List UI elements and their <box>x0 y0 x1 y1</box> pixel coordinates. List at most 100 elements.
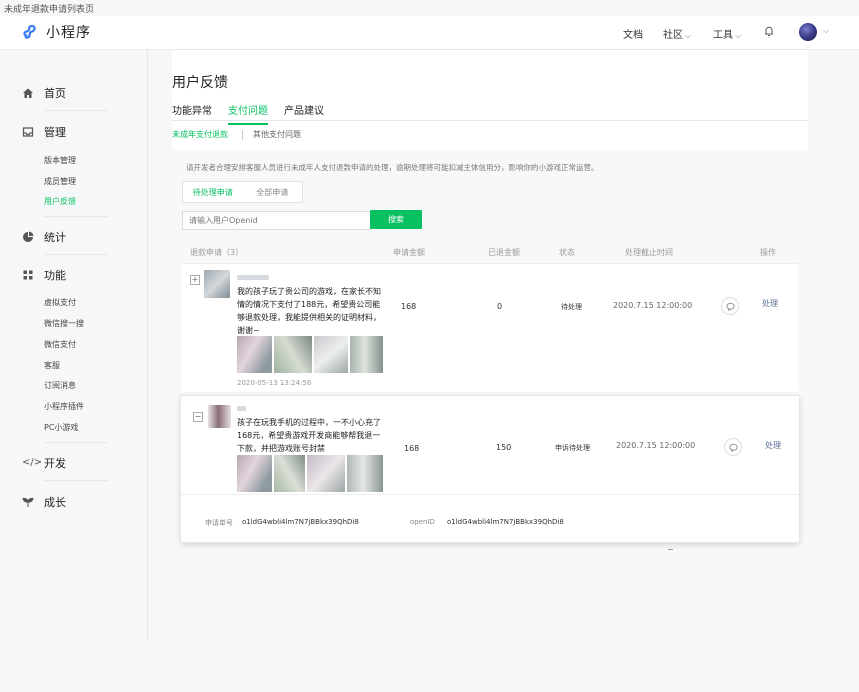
chat-button[interactable] <box>724 438 742 456</box>
sidebar-item-home[interactable]: 首页 <box>22 85 66 101</box>
page-title: 用户反馈 <box>172 75 228 91</box>
sidebar-item-members[interactable]: 成员管理 <box>44 176 76 187</box>
tab-function-issue[interactable]: 功能异常 <box>172 102 212 125</box>
sidebar-dev-label: 开发 <box>44 457 66 470</box>
openid-label: openID <box>410 518 435 526</box>
pie-chart-icon <box>23 231 34 242</box>
grid-icon <box>23 270 33 280</box>
col-header-refunded: 已退金额 <box>488 248 520 257</box>
evidence-images <box>237 455 385 492</box>
sidebar-item-feedback[interactable]: 用户反馈 <box>44 196 76 207</box>
chevron-down-icon: ⌵ <box>735 31 742 40</box>
detail-divider <box>181 494 799 495</box>
tab-payment-issue[interactable]: 支付问题 <box>228 102 268 125</box>
openid-search-input[interactable] <box>182 211 372 230</box>
evidence-image[interactable] <box>314 336 348 373</box>
sidebar-divider <box>147 50 148 640</box>
top-navigation-bar: 小程序 文档 社区 ⌵ 工具 ⌵ ⌵ <box>0 16 859 50</box>
nav-tools[interactable]: 工具 ⌵ <box>713 26 741 41</box>
process-button[interactable]: 处理 <box>762 298 778 309</box>
subtab-other-payment[interactable]: 其他支付问题 <box>253 129 301 140</box>
chat-bubble-icon <box>725 302 735 311</box>
divider <box>44 254 108 255</box>
user-avatar <box>208 405 231 428</box>
sidebar-growth-label: 成长 <box>44 496 66 509</box>
chat-button[interactable] <box>721 297 739 315</box>
feedback-text: 孩子在玩我手机的过程中，一不小心充了168元，希望贵游戏开发商能够帮我退一下款，… <box>237 418 381 453</box>
nav-docs-label: 文档 <box>623 30 643 41</box>
chevron-down-icon: ⌵ <box>685 31 692 40</box>
sidebar-item-pc-games[interactable]: PC小游戏 <box>44 422 78 433</box>
sidebar-item-virtual-pay[interactable]: 虚拟支付 <box>44 297 76 308</box>
evidence-image[interactable] <box>307 455 345 492</box>
payment-subtabs: 未成年支付退款 其他支付问题 <box>172 129 301 140</box>
divider <box>44 442 108 443</box>
chat-bubble-icon <box>728 443 738 452</box>
sidebar-item-subscribe-msg[interactable]: 订阅消息 <box>44 380 76 391</box>
deadline-time: 2020.7.15 12:00:00 <box>613 301 693 310</box>
request-amount: 168 <box>404 444 420 453</box>
evidence-image[interactable] <box>237 336 272 373</box>
divider <box>44 110 108 111</box>
sidebar-item-stats[interactable]: 统计 <box>22 229 66 245</box>
user-name <box>237 275 269 280</box>
logo-text: 小程序 <box>46 25 91 41</box>
request-date: 2020-05-13 13:24:56 <box>237 379 312 387</box>
collapse-toggle[interactable]: − <box>193 412 203 422</box>
order-number-label: 申请单号 <box>205 519 233 527</box>
openid-value: o1ldG4wbli4lm7N7jBBkx39QhDi8 <box>447 518 564 526</box>
subtab-minor-refund[interactable]: 未成年支付退款 <box>172 129 228 140</box>
sidebar-item-plugins[interactable]: 小程序插件 <box>44 401 84 412</box>
process-button[interactable]: 处理 <box>765 440 781 451</box>
sidebar-item-dev[interactable]: </> 开发 <box>22 455 66 471</box>
bell-icon[interactable] <box>762 24 776 38</box>
chevron-down-icon[interactable]: ⌵ <box>823 26 829 36</box>
nav-community[interactable]: 社区 ⌵ <box>663 26 691 41</box>
sidebar-item-customer-service[interactable]: 客服 <box>44 360 60 371</box>
inbox-icon <box>22 127 34 137</box>
tab-product-suggestion[interactable]: 产品建议 <box>284 102 324 125</box>
status-text: 申诉待处理 <box>555 444 590 452</box>
logo[interactable]: 小程序 <box>22 22 91 42</box>
segment-all[interactable]: 全部申请 <box>243 182 303 202</box>
evidence-image[interactable] <box>274 455 305 492</box>
nav-docs[interactable]: 文档 <box>623 26 643 41</box>
sidebar-stats-label: 统计 <box>44 231 66 244</box>
evidence-image[interactable] <box>347 455 383 492</box>
col-header-action: 操作 <box>760 248 776 257</box>
request-amount: 168 <box>401 302 417 311</box>
sidebar-item-manage[interactable]: 管理 <box>22 124 66 140</box>
sidebar-item-wechat-pay[interactable]: 微信支付 <box>44 339 76 350</box>
expand-toggle[interactable]: + <box>190 275 200 285</box>
divider <box>44 216 108 217</box>
notice-text: 请开发者合理安排客服人员进行未成年人支付退款申请的处理，逾期处理将可能扣减主体信… <box>186 163 599 172</box>
page-caption: 未成年退款申请列表页 <box>4 5 95 15</box>
deadline-time: 2020.7.15 12:00:00 <box>616 441 696 450</box>
evidence-image[interactable] <box>350 336 383 373</box>
evidence-image[interactable] <box>274 336 312 373</box>
code-icon: </> <box>22 457 43 468</box>
segment-pending[interactable]: 待处理申请 <box>183 182 243 202</box>
sidebar-features-label: 功能 <box>44 269 66 282</box>
sidebar-home-label: 首页 <box>44 87 66 100</box>
user-name <box>237 406 246 411</box>
search-button[interactable]: 搜索 <box>370 210 422 229</box>
col-header-status: 状态 <box>559 248 575 257</box>
subtab-separator <box>242 129 243 140</box>
divider <box>44 480 108 481</box>
sidebar-item-wechat-search[interactable]: 微信搜一搜 <box>44 318 84 329</box>
pagination-mark <box>668 549 673 550</box>
sidebar-item-version[interactable]: 版本管理 <box>44 155 76 166</box>
miniprogram-logo-icon <box>23 24 36 39</box>
sidebar-item-features[interactable]: 功能 <box>22 267 66 283</box>
nav-community-label: 社区 <box>663 30 683 41</box>
feedback-tabs: 功能异常 支付问题 产品建议 <box>172 102 340 125</box>
sidebar-item-growth[interactable]: 成长 <box>22 494 66 510</box>
evidence-images <box>237 336 385 373</box>
order-number-value: o1ldG4wbli4lm7N7jBBkx39QhDi8 <box>242 518 359 526</box>
evidence-image[interactable] <box>237 455 272 492</box>
request-filter-segment: 待处理申请 全部申请 <box>182 181 303 203</box>
sprout-icon <box>22 497 34 507</box>
avatar[interactable] <box>799 23 817 41</box>
status-text: 待处理 <box>561 303 582 311</box>
